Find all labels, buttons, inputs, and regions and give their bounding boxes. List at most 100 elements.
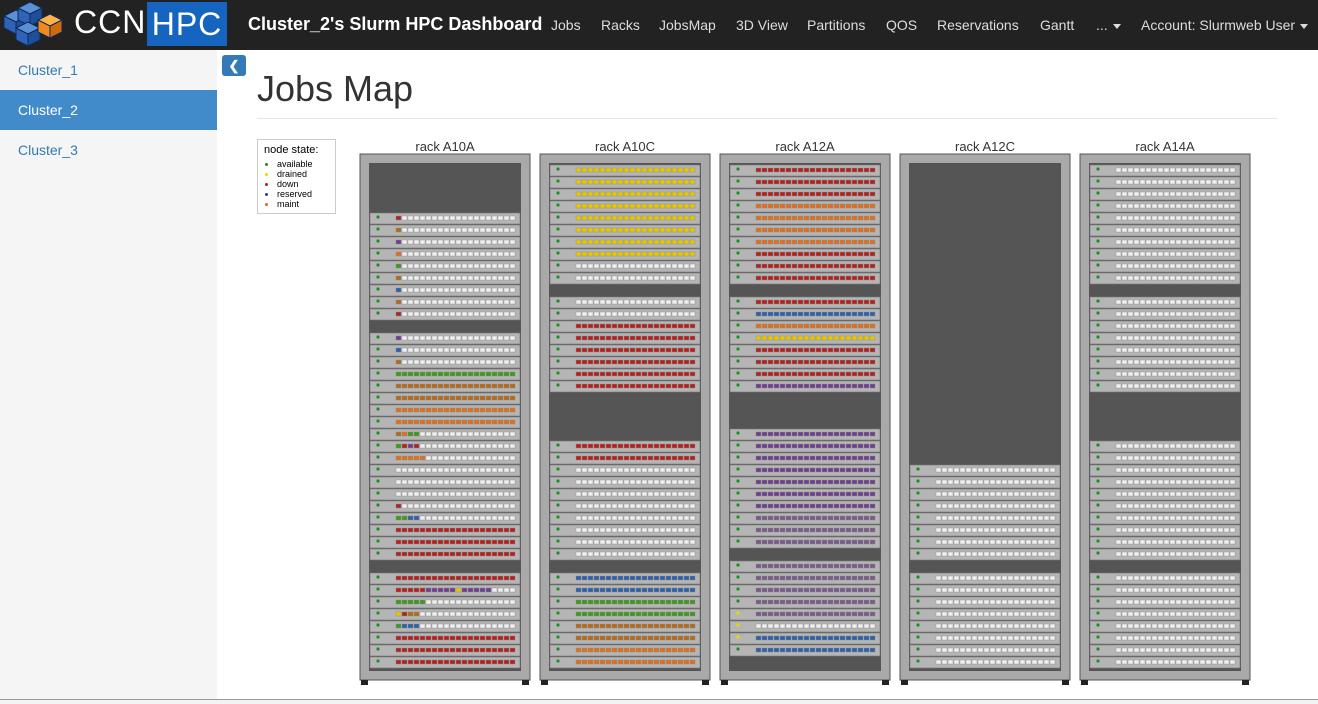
cpu-cell (689, 539, 696, 545)
cpu-cell (1115, 167, 1122, 173)
cpu-cell (599, 239, 606, 245)
cpu-cell (581, 551, 588, 557)
cpu-cell (785, 251, 792, 257)
cpu-cell (497, 215, 504, 221)
cpu-cell (395, 275, 402, 281)
cpu-cell (509, 227, 516, 233)
cpu-cell (1151, 587, 1158, 593)
cpu-cell (863, 599, 870, 605)
cpu-cell (935, 575, 942, 581)
node-state-dot (556, 551, 560, 555)
cpu-cell (845, 623, 852, 629)
cpu-cell (671, 539, 678, 545)
node-state-dot (376, 395, 380, 399)
cpu-cell (1139, 311, 1146, 317)
cpu-cell (965, 503, 972, 509)
cpu-cell (425, 443, 432, 449)
cpu-cell (1151, 239, 1158, 245)
cpu-cell (1229, 503, 1236, 509)
cpu-cell (761, 227, 768, 233)
cpu-cell (1181, 347, 1188, 353)
cpu-cell (491, 443, 498, 449)
cpu-cell (1151, 491, 1158, 497)
cpu-cell (953, 623, 960, 629)
cpu-cell (1157, 299, 1164, 305)
cpu-cell (767, 227, 774, 233)
cpu-cell (1139, 347, 1146, 353)
cpu-cell (1019, 539, 1026, 545)
cpu-cell (869, 359, 876, 365)
cpu-cell (641, 455, 648, 461)
cpu-cell (1163, 635, 1170, 641)
cpu-cell (1229, 599, 1236, 605)
cpu-cell (1013, 551, 1020, 557)
cpu-cell (1187, 647, 1194, 653)
cpu-cell (863, 491, 870, 497)
cpu-cell (659, 635, 666, 641)
cpu-cell (449, 359, 456, 365)
cpu-cell (413, 599, 420, 605)
cpu-cell (1199, 635, 1206, 641)
cpu-cell (845, 251, 852, 257)
cpu-cell (809, 179, 816, 185)
cpu-cell (581, 359, 588, 365)
cpu-cell (419, 587, 426, 593)
cpu-cell (1205, 455, 1212, 461)
cpu-cell (1157, 311, 1164, 317)
cpu-cell (827, 191, 834, 197)
cpu-cell (791, 467, 798, 473)
node-state-dot (1096, 203, 1100, 207)
cpu-cell (671, 491, 678, 497)
cpu-cell (1013, 527, 1020, 533)
cpu-cell (791, 455, 798, 461)
cpu-cell (1157, 599, 1164, 605)
cpu-cell (1049, 515, 1056, 521)
node-state-dot (736, 563, 740, 567)
node-state-dot (376, 467, 380, 471)
cpu-cell (773, 467, 780, 473)
node-state-dot (1096, 383, 1100, 387)
cpu-cell (617, 311, 624, 317)
cpu-cell (689, 191, 696, 197)
cpu-cell (629, 215, 636, 221)
cpu-cell (869, 563, 876, 569)
cpu-cell (761, 527, 768, 533)
cpu-cell (821, 299, 828, 305)
cpu-cell (413, 503, 420, 509)
cpu-cell (665, 611, 672, 617)
cpu-cell (599, 311, 606, 317)
cpu-cell (641, 203, 648, 209)
cpu-cell (479, 491, 486, 497)
cpu-cell (509, 287, 516, 293)
cpu-cell (827, 203, 834, 209)
cpu-cell (767, 275, 774, 281)
cpu-cell (449, 599, 456, 605)
cpu-cell (1115, 551, 1122, 557)
cpu-cell (395, 359, 402, 365)
cpu-cell (413, 215, 420, 221)
cpu-cell (809, 647, 816, 653)
cpu-cell (593, 551, 600, 557)
cpu-cell (1163, 515, 1170, 521)
cpu-cell (491, 587, 498, 593)
cpu-cell (509, 467, 516, 473)
cpu-cell (1151, 623, 1158, 629)
cpu-cell (425, 575, 432, 581)
cpu-cell (1115, 455, 1122, 461)
cpu-cell (965, 599, 972, 605)
cpu-cell (431, 383, 438, 389)
cpu-cell (863, 275, 870, 281)
cpu-cell (1127, 299, 1134, 305)
cpu-cell (1115, 251, 1122, 257)
cpu-cell (821, 347, 828, 353)
cpu-cell (767, 383, 774, 389)
cpu-cell (587, 491, 594, 497)
cpu-cell (1145, 623, 1152, 629)
cpu-cell (647, 623, 654, 629)
cpu-cell (785, 539, 792, 545)
cpu-cell (407, 575, 414, 581)
cpu-cell (1193, 515, 1200, 521)
cpu-cell (815, 383, 822, 389)
cpu-cell (413, 419, 420, 425)
cpu-cell (1193, 191, 1200, 197)
